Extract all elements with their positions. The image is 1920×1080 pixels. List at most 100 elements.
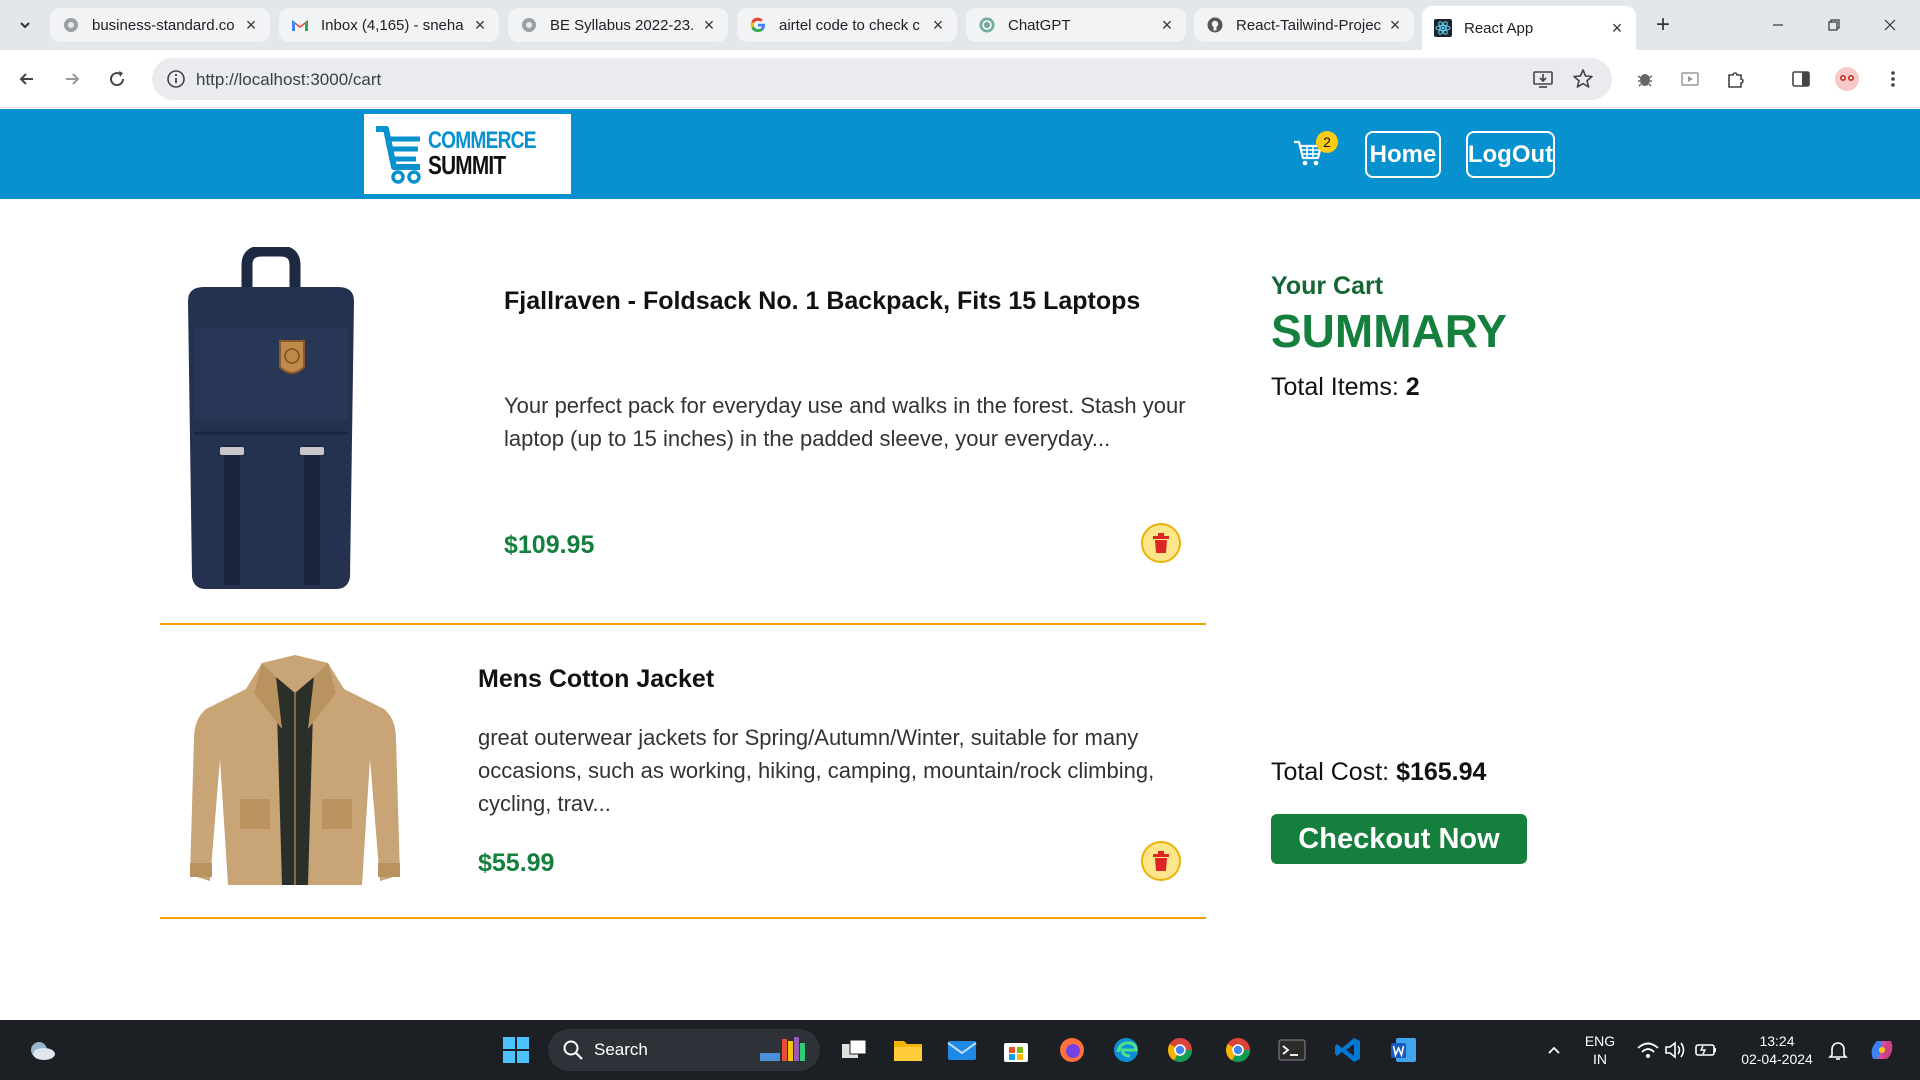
back-button[interactable] (12, 64, 42, 94)
delete-item-button[interactable] (1141, 841, 1181, 881)
search-label: Search (594, 1040, 648, 1059)
total-items-label: Total Items: (1271, 373, 1399, 401)
product-title: Mens Cotton Jacket (478, 665, 715, 693)
battery-status[interactable] (1690, 1034, 1722, 1066)
task-view-button[interactable] (838, 1034, 870, 1066)
forward-button[interactable] (57, 64, 87, 94)
tab-be-syllabus[interactable]: BE Syllabus 2022-23. × (508, 8, 728, 42)
tab-title: airtel code to check c (779, 16, 920, 34)
restore-button[interactable] (1814, 10, 1854, 40)
close-icon[interactable]: × (929, 16, 947, 34)
home-button[interactable]: Home (1365, 131, 1441, 178)
language-indicator[interactable]: ENG IN (1578, 1032, 1622, 1068)
close-icon[interactable]: × (700, 16, 718, 34)
terminal-icon (1278, 1039, 1306, 1061)
terminal-button[interactable] (1276, 1034, 1308, 1066)
shopping-cart-logo-icon (376, 126, 421, 184)
close-icon (1884, 19, 1896, 31)
search-highlight-books-icon (760, 1037, 805, 1061)
speaker-icon (1665, 1041, 1685, 1059)
tab-google-search[interactable]: airtel code to check c × (737, 8, 957, 42)
globe-icon (520, 16, 538, 34)
checkout-button[interactable]: Checkout Now (1271, 814, 1527, 864)
chrome-icon (1167, 1038, 1192, 1063)
tab-react-app[interactable]: React App × (1422, 6, 1636, 50)
tab-gmail[interactable]: Inbox (4,165) - sneha × (279, 8, 499, 42)
profile-button[interactable] (1833, 65, 1861, 93)
media-controls-button[interactable] (1676, 65, 1704, 93)
vscode-icon (1335, 1038, 1360, 1062)
close-icon[interactable]: × (1158, 16, 1176, 34)
vscode-button[interactable] (1332, 1034, 1364, 1066)
tab-title: business-standard.co (92, 16, 235, 34)
trash-icon (1153, 851, 1169, 871)
address-bar[interactable]: http://localhost:3000/cart (152, 58, 1612, 100)
arrow-left-icon (19, 73, 33, 85)
volume-status[interactable] (1660, 1034, 1692, 1066)
firefox-icon (1060, 1038, 1084, 1062)
product-price: $55.99 (478, 849, 555, 877)
taskbar: Search ENG IN 13:24 02-04-2024 (0, 1020, 1920, 1080)
tab-business-standard[interactable]: business-standard.co × (50, 8, 270, 42)
close-icon[interactable]: × (471, 16, 489, 34)
summary-label: Your Cart (1271, 272, 1384, 300)
extensions-button[interactable] (1721, 65, 1749, 93)
summary-heading: SUMMARY (1271, 305, 1507, 357)
product-description: Your perfect pack for everyday use and w… (504, 393, 1186, 451)
edge-icon (1114, 1038, 1138, 1062)
edge-button[interactable] (1110, 1034, 1142, 1066)
tab-title: React-Tailwind-Projec (1236, 16, 1382, 34)
tab-github[interactable]: React-Tailwind-Projec × (1194, 8, 1414, 42)
logo[interactable]: COMMERCE SUMMIT (364, 114, 571, 194)
close-window-button[interactable] (1870, 10, 1910, 40)
globe-icon (62, 16, 80, 34)
minimize-button[interactable] (1758, 10, 1798, 40)
taskbar-search-box[interactable]: Search (548, 1029, 820, 1071)
extension-bug-button[interactable] (1631, 65, 1659, 93)
product-price: $109.95 (504, 531, 595, 559)
new-tab-button[interactable]: + (1648, 10, 1678, 40)
close-icon[interactable]: × (242, 16, 260, 34)
reload-icon (110, 71, 125, 87)
clock-date: 02-04-2024 (1741, 1051, 1813, 1067)
side-panel-button[interactable] (1787, 65, 1815, 93)
chrome-active-button[interactable] (1222, 1034, 1254, 1066)
weather-cloud-icon (31, 1042, 55, 1060)
info-icon[interactable] (166, 69, 186, 89)
clock[interactable]: 13:24 02-04-2024 (1734, 1032, 1820, 1068)
file-explorer-button[interactable] (892, 1034, 924, 1066)
show-hidden-icons-button[interactable] (1538, 1034, 1570, 1066)
language-line1: ENG (1584, 1033, 1616, 1049)
tab-title: Inbox (4,165) - sneha (321, 16, 464, 34)
tab-title: ChatGPT (1008, 16, 1071, 34)
github-icon (1206, 16, 1224, 34)
react-icon (1434, 19, 1452, 37)
copilot-button[interactable] (1866, 1034, 1898, 1066)
notifications-button[interactable] (1822, 1034, 1854, 1066)
language-line2: IN (1593, 1051, 1607, 1067)
mail-button[interactable] (946, 1034, 978, 1066)
install-app-button[interactable] (1532, 68, 1554, 90)
close-icon[interactable]: × (1386, 16, 1404, 34)
install-icon (1533, 71, 1553, 88)
chrome-profile-button[interactable] (1164, 1034, 1196, 1066)
google-icon (749, 16, 767, 34)
bookmark-button[interactable] (1572, 68, 1594, 90)
browser-menu-button[interactable] (1879, 65, 1907, 93)
word-button[interactable] (1388, 1034, 1420, 1066)
total-items: Total Items: 2 (1271, 373, 1420, 402)
minimize-icon (1773, 24, 1783, 26)
delete-item-button[interactable] (1141, 523, 1181, 563)
reload-button[interactable] (102, 64, 132, 94)
firefox-button[interactable] (1056, 1034, 1088, 1066)
arrow-right-icon (66, 73, 80, 85)
start-button[interactable] (500, 1034, 532, 1066)
windows-icon (503, 1037, 529, 1063)
tab-chatgpt[interactable]: ChatGPT × (966, 8, 1186, 42)
logout-button[interactable]: LogOut (1466, 131, 1555, 178)
logo-text-summit: SUMMIT (428, 150, 506, 181)
close-icon[interactable]: × (1608, 19, 1626, 37)
tab-search-button[interactable] (12, 12, 38, 38)
microsoft-store-button[interactable] (1000, 1034, 1032, 1066)
weather-widget[interactable] (26, 1034, 58, 1066)
